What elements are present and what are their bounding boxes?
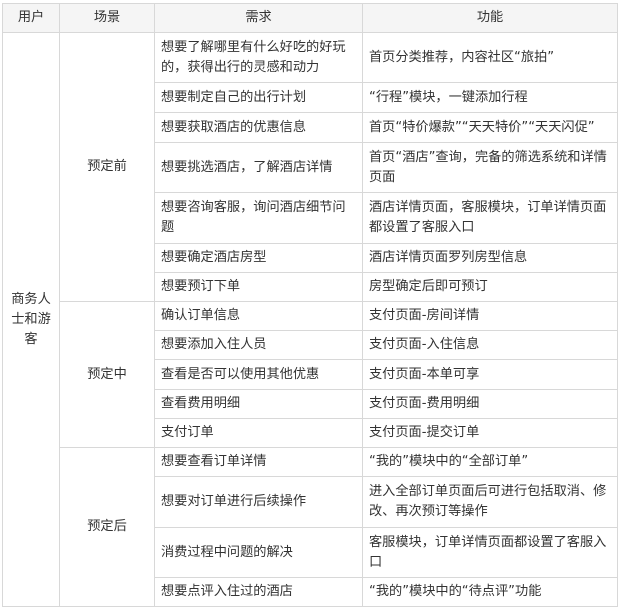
need-cell: 想要了解哪里有什么好吃的好玩的，获得出行的灵感和动力 bbox=[154, 32, 363, 83]
feature-cell: 支付页面-入住信息 bbox=[362, 330, 618, 360]
feature-cell: 客服模块，订单详情页面都设置了客服入口 bbox=[362, 527, 618, 578]
feature-cell: 房型确定后即可预订 bbox=[362, 272, 618, 302]
need-cell: 查看是否可以使用其他优惠 bbox=[154, 359, 363, 390]
feature-cell: 支付页面-提交订单 bbox=[362, 418, 618, 448]
scene-cell: 预定中 bbox=[59, 301, 155, 448]
need-cell: 想要预订下单 bbox=[154, 272, 363, 302]
table-row: 商务人士和游客 预定前 想要了解哪里有什么好吃的好玩的，获得出行的灵感和动力 首… bbox=[2, 32, 618, 607]
need-cell: 查看费用明细 bbox=[154, 389, 363, 419]
feature-cell: 首页“酒店”查询，完备的筛选系统和详情页面 bbox=[362, 142, 618, 193]
header-need: 需求 bbox=[154, 3, 363, 33]
feature-cell: “我的”模块中的“全部订单” bbox=[362, 447, 618, 477]
need-cell: 想要查看订单详情 bbox=[154, 447, 363, 477]
feature-cell: “我的”模块中的“待点评”功能 bbox=[362, 577, 618, 607]
need-cell: 确认订单信息 bbox=[154, 301, 363, 331]
need-cell: 想要添加入住人员 bbox=[154, 330, 363, 360]
feature-cell: 首页“特价爆款”“天天特价”“天天闪促” bbox=[362, 112, 618, 143]
header-feature: 功能 bbox=[362, 3, 618, 33]
need-cell: 想要挑选酒店，了解酒店详情 bbox=[154, 142, 363, 193]
feature-cell: 进入全部订单页面后可进行包括取消、修改、再次预订等操作 bbox=[362, 476, 618, 528]
feature-cell: “行程”模块，一键添加行程 bbox=[362, 82, 618, 113]
table-row: 预定后 想要查看订单详情 “我的”模块中的“全部订单” bbox=[3, 447, 618, 607]
feature-cell: 酒店详情页面，客服模块，订单详情页面都设置了客服入口 bbox=[362, 192, 618, 244]
need-cell: 消费过程中问题的解决 bbox=[154, 527, 363, 578]
need-cell: 想要确定酒店房型 bbox=[154, 243, 363, 273]
feature-cell: 首页分类推荐，内容社区“旅拍” bbox=[362, 32, 618, 83]
feature-cell: 支付页面-本单可享 bbox=[362, 359, 618, 390]
user-cell: 商务人士和游客 bbox=[2, 32, 60, 607]
feature-cell: 支付页面-费用明细 bbox=[362, 389, 618, 419]
need-cell: 想要对订单进行后续操作 bbox=[154, 476, 363, 528]
need-cell: 支付订单 bbox=[154, 418, 363, 448]
need-cell: 想要点评入住过的酒店 bbox=[154, 577, 363, 607]
header-row: 用户 场景 需求 功能 bbox=[2, 3, 618, 33]
header-user: 用户 bbox=[2, 3, 60, 33]
requirements-table: 用户 场景 需求 功能 商务人士和游客 预定前 想要了解哪里有什么好吃的好玩的，… bbox=[2, 3, 618, 607]
need-cell: 想要咨询客服，询问酒店细节问题 bbox=[154, 192, 363, 244]
scene-cell: 预定前 bbox=[59, 32, 155, 302]
table-row: 预定中 确认订单信息 支付页面-房间详情 bbox=[3, 301, 618, 448]
feature-cell: 支付页面-房间详情 bbox=[362, 301, 618, 331]
need-cell: 想要制定自己的出行计划 bbox=[154, 82, 363, 113]
feature-cell: 酒店详情页面罗列房型信息 bbox=[362, 243, 618, 273]
header-scene: 场景 bbox=[59, 3, 155, 33]
need-cell: 想要获取酒店的优惠信息 bbox=[154, 112, 363, 143]
scene-cell: 预定后 bbox=[59, 447, 155, 607]
